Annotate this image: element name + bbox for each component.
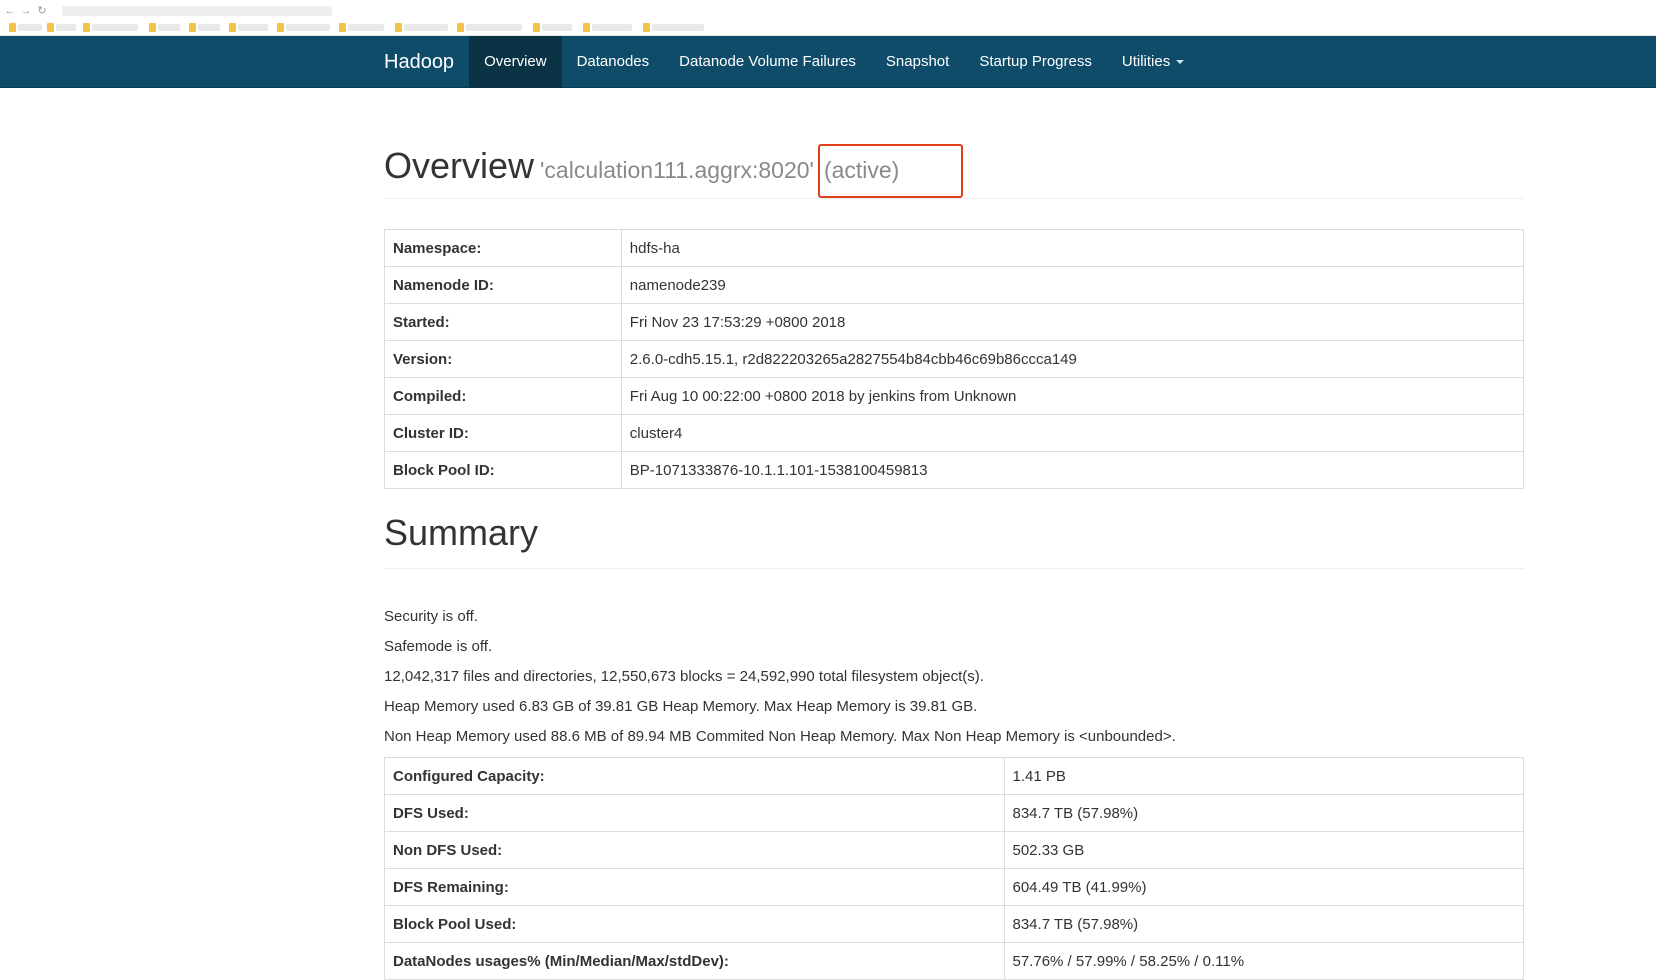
summary-header: Summary — [384, 513, 1524, 569]
row-value: hdfs-ha — [620, 229, 1525, 267]
row-value: Fri Nov 23 17:53:29 +0800 2018 — [620, 303, 1525, 341]
filesystem-objects: 12,042,317 files and directories, 12,550… — [384, 668, 984, 685]
table-row: Block Pool ID: BP-1071333876-10.1.1.101-1… — [384, 451, 1525, 489]
overview-title: Overview — [384, 145, 535, 186]
back-icon[interactable]: ← — [4, 5, 16, 17]
caret-down-icon — [1176, 60, 1185, 65]
table-row: DFS Remaining: 604.49 TB (41.99%) — [384, 868, 1524, 906]
safemode-status: Safemode is off. — [384, 638, 493, 655]
bookmark-item[interactable] — [189, 23, 220, 32]
bookmark-item[interactable] — [457, 23, 522, 32]
row-key: Block Pool ID: — [384, 451, 622, 489]
row-key: Cluster ID: — [384, 414, 622, 452]
table-row: Configured Capacity: 1.41 PB — [384, 757, 1524, 795]
table-row: Namespace: hdfs-ha — [384, 229, 1525, 267]
bookmark-item[interactable] — [47, 23, 76, 32]
row-key: DataNodes usages% (Min/Median/Max/stdDev… — [384, 942, 1005, 980]
table-row: Compiled: Fri Aug 10 00:22:00 +0800 2018 … — [384, 377, 1525, 415]
row-key: Block Pool Used: — [384, 905, 1005, 943]
table-row: Started: Fri Nov 23 17:53:29 +0800 2018 — [384, 303, 1525, 341]
bookmark-item[interactable] — [583, 23, 632, 32]
row-key: Namespace: — [384, 229, 622, 267]
table-row: Namenode ID: namenode239 — [384, 266, 1525, 304]
address-bar[interactable] — [62, 6, 332, 16]
row-value: 2.6.0-cdh5.15.1, r2d822203265a2827554b84… — [620, 340, 1525, 378]
row-value: 834.7 TB (57.98%) — [1003, 905, 1524, 943]
bookmark-item[interactable] — [339, 23, 384, 32]
table-row: Cluster ID: cluster4 — [384, 414, 1525, 452]
row-value: 604.49 TB (41.99%) — [1003, 868, 1524, 906]
nav-datanodes[interactable]: Datanodes — [562, 36, 665, 88]
bookmark-item[interactable] — [277, 23, 330, 32]
bookmark-item[interactable] — [229, 23, 268, 32]
non-heap-memory: Non Heap Memory used 88.6 MB of 89.94 MB… — [384, 728, 1176, 745]
summary-table: Configured Capacity: 1.41 PB DFS Used: 834… — [384, 757, 1524, 980]
bookmark-item[interactable] — [149, 23, 180, 32]
table-row: DFS Used: 834.7 TB (57.98%) — [384, 794, 1524, 832]
nav-utilities-dropdown[interactable]: Utilities — [1107, 36, 1199, 88]
bookmark-item[interactable] — [395, 23, 448, 32]
nav-snapshot[interactable]: Snapshot — [871, 36, 964, 88]
bookmark-item[interactable] — [9, 23, 42, 32]
row-value: namenode239 — [620, 266, 1525, 304]
row-key: Non DFS Used: — [384, 831, 1005, 869]
table-row: Version: 2.6.0-cdh5.15.1, r2d822203265a28… — [384, 340, 1525, 378]
browser-chrome: ← → ↻ — [0, 0, 1656, 36]
overview-header: Overview'calculation111.aggrx:8020' (acti… — [384, 144, 1524, 199]
ha-state-badge: (active) — [817, 144, 964, 198]
table-row: Non DFS Used: 502.33 GB — [384, 831, 1524, 869]
bookmark-item[interactable] — [533, 23, 572, 32]
bookmark-item[interactable] — [643, 23, 704, 32]
row-key: Started: — [384, 303, 622, 341]
row-key: Version: — [384, 340, 622, 378]
nav-startup-progress[interactable]: Startup Progress — [964, 36, 1107, 88]
row-key: Compiled: — [384, 377, 622, 415]
row-key: Namenode ID: — [384, 266, 622, 304]
brand-logo[interactable]: Hadoop — [384, 36, 469, 88]
overview-table: Namespace: hdfs-ha Namenode ID: namenode23… — [384, 229, 1525, 489]
row-value: 834.7 TB (57.98%) — [1003, 794, 1524, 832]
main-content: Overview'calculation111.aggrx:8020' (acti… — [384, 88, 1525, 980]
row-key: DFS Used: — [384, 794, 1005, 832]
top-navbar: Hadoop Overview Datanodes Datanode Volum… — [0, 36, 1656, 88]
row-key: Configured Capacity: — [384, 757, 1005, 795]
browser-toolbar: ← → ↻ — [0, 4, 1656, 18]
bookmarks-bar — [0, 21, 1656, 34]
row-value: 57.76% / 57.99% / 58.25% / 0.11% — [1003, 942, 1524, 980]
row-value: BP-1071333876-10.1.1.101-1538100459813 — [620, 451, 1525, 489]
heap-memory: Heap Memory used 6.83 GB of 39.81 GB Hea… — [384, 698, 978, 715]
forward-icon[interactable]: → — [20, 5, 32, 17]
nav-overview[interactable]: Overview — [469, 36, 562, 88]
table-row: Block Pool Used: 834.7 TB (57.98%) — [384, 905, 1524, 943]
nav-datanode-volume-failures[interactable]: Datanode Volume Failures — [664, 36, 871, 88]
reload-icon[interactable]: ↻ — [36, 5, 48, 17]
namenode-host: 'calculation111.aggrx:8020' — [540, 157, 814, 183]
summary-title: Summary — [384, 512, 539, 553]
page-title: Overview'calculation111.aggrx:8020' (acti… — [384, 144, 964, 198]
table-row: DataNodes usages% (Min/Median/Max/stdDev… — [384, 942, 1524, 980]
row-key: DFS Remaining: — [384, 868, 1005, 906]
row-value: Fri Aug 10 00:22:00 +0800 2018 by jenkin… — [620, 377, 1525, 415]
navbar-inner: Hadoop Overview Datanodes Datanode Volum… — [384, 36, 1199, 88]
row-value: 502.33 GB — [1003, 831, 1524, 869]
security-status: Security is off. — [384, 608, 478, 625]
row-value: cluster4 — [620, 414, 1525, 452]
row-value: 1.41 PB — [1003, 757, 1524, 795]
bookmark-item[interactable] — [83, 23, 138, 32]
nav-utilities-label: Utilities — [1121, 53, 1171, 70]
